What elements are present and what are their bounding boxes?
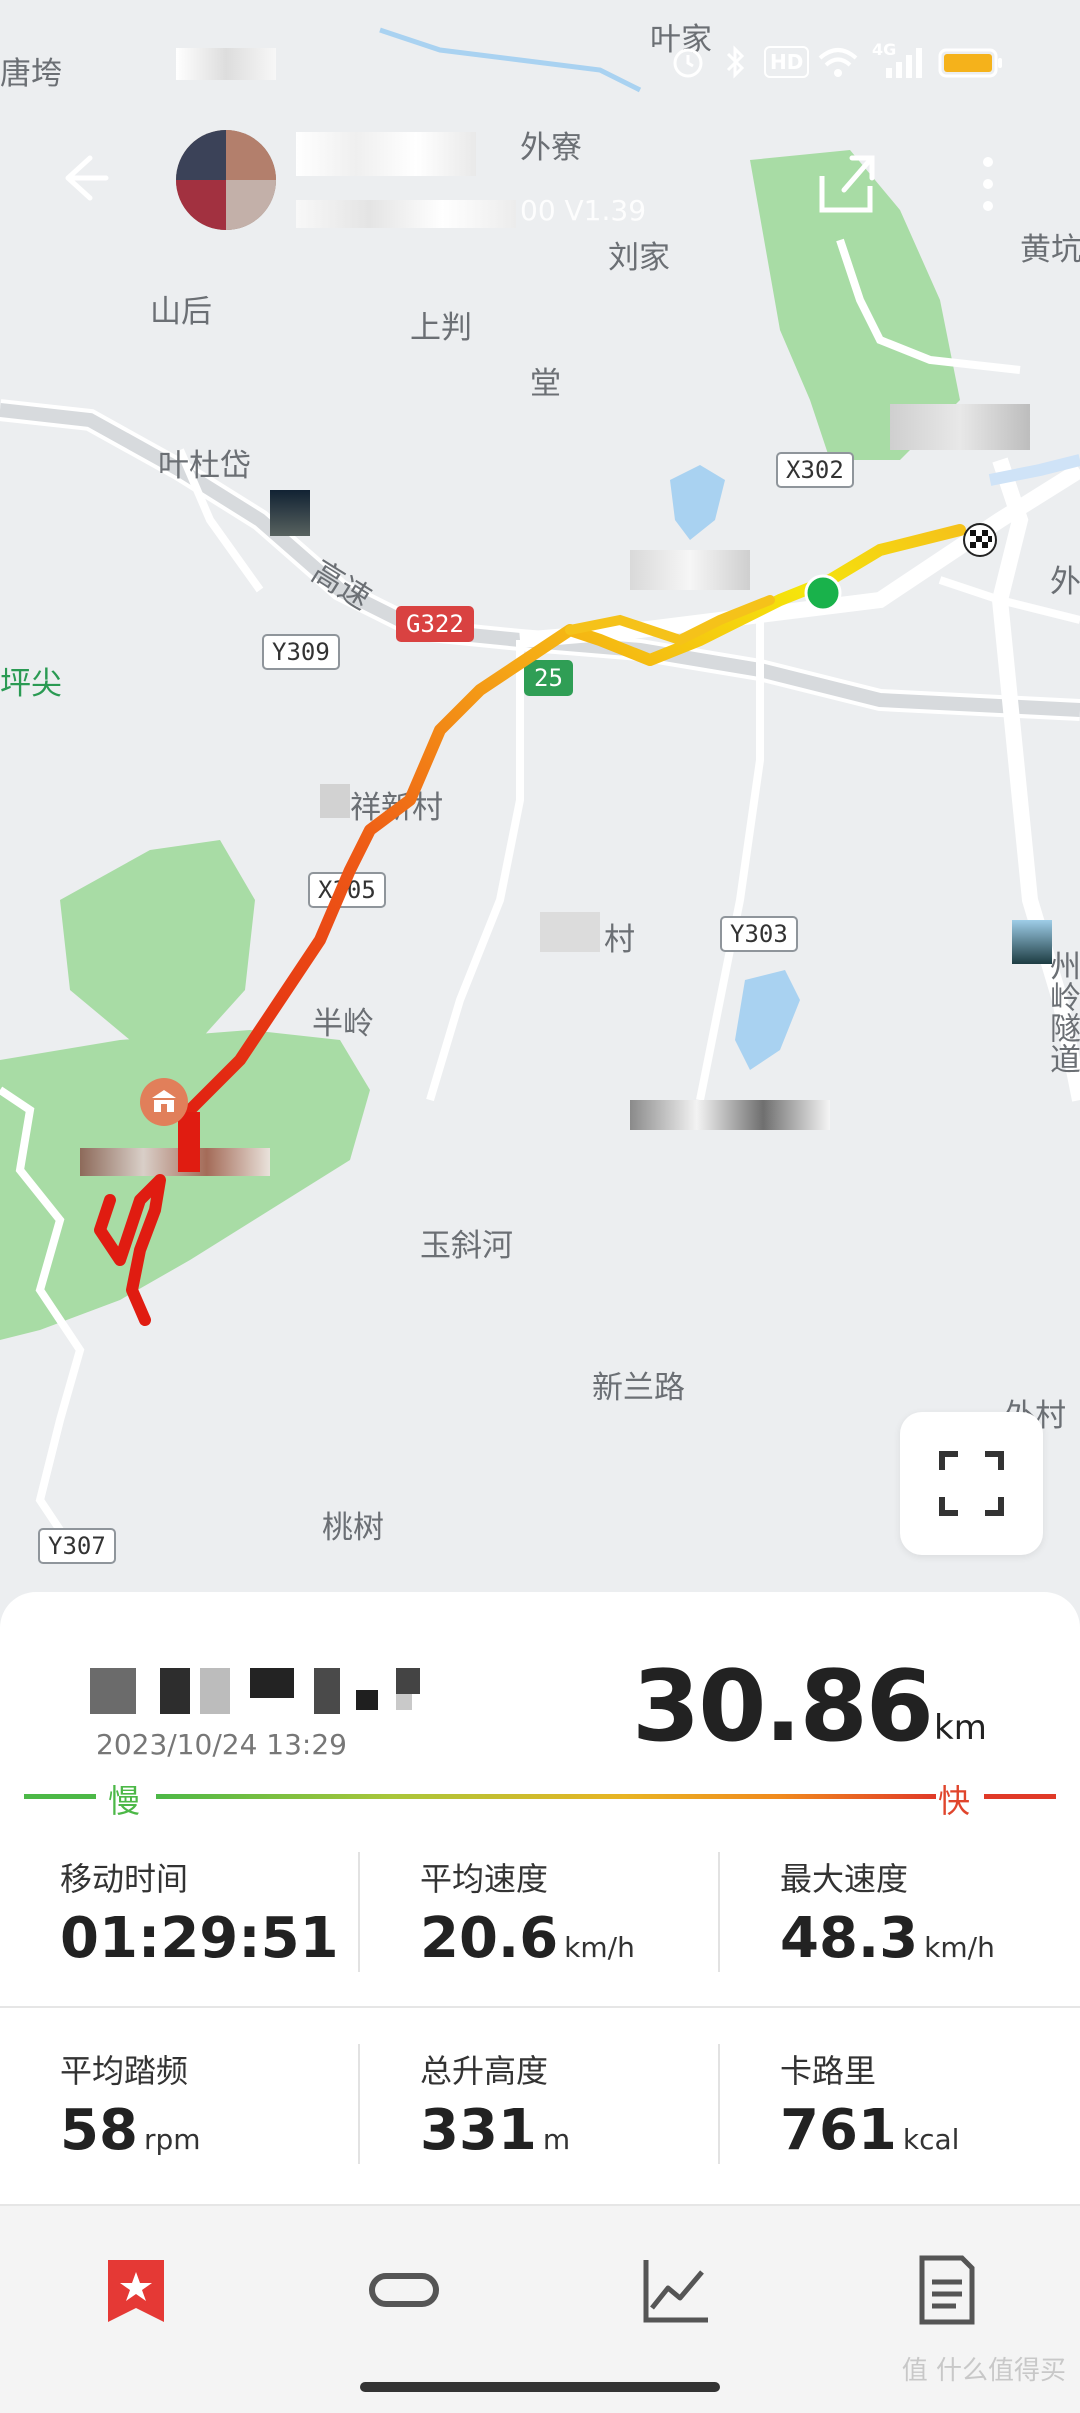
stat-max-speed: 最大速度 48.3 km/h [780, 1854, 1080, 1971]
wifi-icon [816, 44, 860, 84]
nav-charts-button[interactable] [636, 2250, 716, 2330]
stat-avg-speed: 平均速度 20.6 km/h [420, 1854, 740, 1971]
divider [358, 2044, 360, 2164]
battery-icon [938, 44, 1004, 84]
nav-segments-button[interactable] [364, 2250, 444, 2330]
stat-value: 331 m [420, 2098, 571, 2163]
checkered-flag-icon[interactable] [962, 522, 998, 558]
stat-value: 48.3 km/h [780, 1906, 995, 1971]
alarm-icon [670, 44, 706, 84]
share-icon[interactable] [808, 146, 884, 222]
more-vertical-icon[interactable] [968, 146, 1008, 222]
watermark: 值 什么值得买 [901, 2356, 1066, 2386]
route-map[interactable]: 叶家 唐垮 外寮 刘家 黄坑 山后 上判 堂 叶杜岱 高速 坪尖 祥新村 村 半… [0, 0, 1080, 1640]
fullscreen-button[interactable] [900, 1412, 1043, 1555]
divider [718, 1852, 720, 1972]
fast-label: 快 [938, 1782, 971, 1820]
stat-value: 58 rpm [60, 2098, 201, 2163]
row-divider [0, 2006, 1080, 2008]
ride-title-pixelated [296, 132, 476, 176]
speed-gradient-legend [24, 1794, 1056, 1799]
signal-icon [880, 44, 924, 84]
device-name-pixelated [296, 200, 516, 228]
stat-value: 761 kcal [780, 2098, 960, 2163]
stat-value: 01:29:51 [60, 1906, 339, 1971]
hd-icon: HD [764, 46, 810, 78]
slow-label: 慢 [108, 1782, 141, 1820]
scenic-spot-icon[interactable] [138, 1076, 190, 1128]
nav-summary-button[interactable] [96, 2250, 176, 2330]
fullscreen-icon [939, 1451, 1004, 1516]
stat-avg-cadence: 平均踏频 58 rpm [60, 2046, 380, 2163]
divider [358, 1852, 360, 1972]
divider [718, 2044, 720, 2164]
route-track [94, 524, 966, 1326]
device-version: 00 V1.39 [520, 194, 647, 227]
document-list-icon [919, 2255, 975, 2325]
stat-elevation-gain: 总升高度 331 m [420, 2046, 740, 2163]
time-pixelated [176, 48, 276, 80]
stat-label: 卡路里 [780, 2052, 877, 2090]
stat-label: 总升高度 [420, 2052, 549, 2090]
home-indicator[interactable] [360, 2382, 720, 2392]
stat-value: 20.6 km/h [420, 1906, 635, 1971]
distance-unit: km [934, 1708, 987, 1748]
stat-label: 最大速度 [780, 1860, 909, 1898]
stat-label: 平均踏频 [60, 2052, 189, 2090]
bookmark-star-icon [108, 2260, 164, 2322]
avatar[interactable] [176, 130, 276, 230]
nav-details-button[interactable] [906, 2250, 986, 2330]
ride-name-pixelated [90, 1668, 470, 1722]
ride-date: 2023/10/24 13:29 [96, 1728, 347, 1761]
status-bar: HD 4G [0, 0, 1080, 120]
stat-calories: 卡路里 761 kcal [780, 2046, 1080, 2163]
back-arrow-icon[interactable] [50, 148, 120, 218]
line-chart-icon [643, 2260, 708, 2323]
chain-link-icon [369, 2273, 439, 2307]
stat-label: 移动时间 [60, 1860, 189, 1898]
bluetooth-icon [720, 44, 750, 84]
distance-value: 30.86 [632, 1650, 934, 1764]
stat-label: 平均速度 [420, 1860, 549, 1898]
stat-moving-time: 移动时间 01:29:51 [60, 1854, 380, 1971]
start-marker[interactable] [804, 574, 842, 612]
